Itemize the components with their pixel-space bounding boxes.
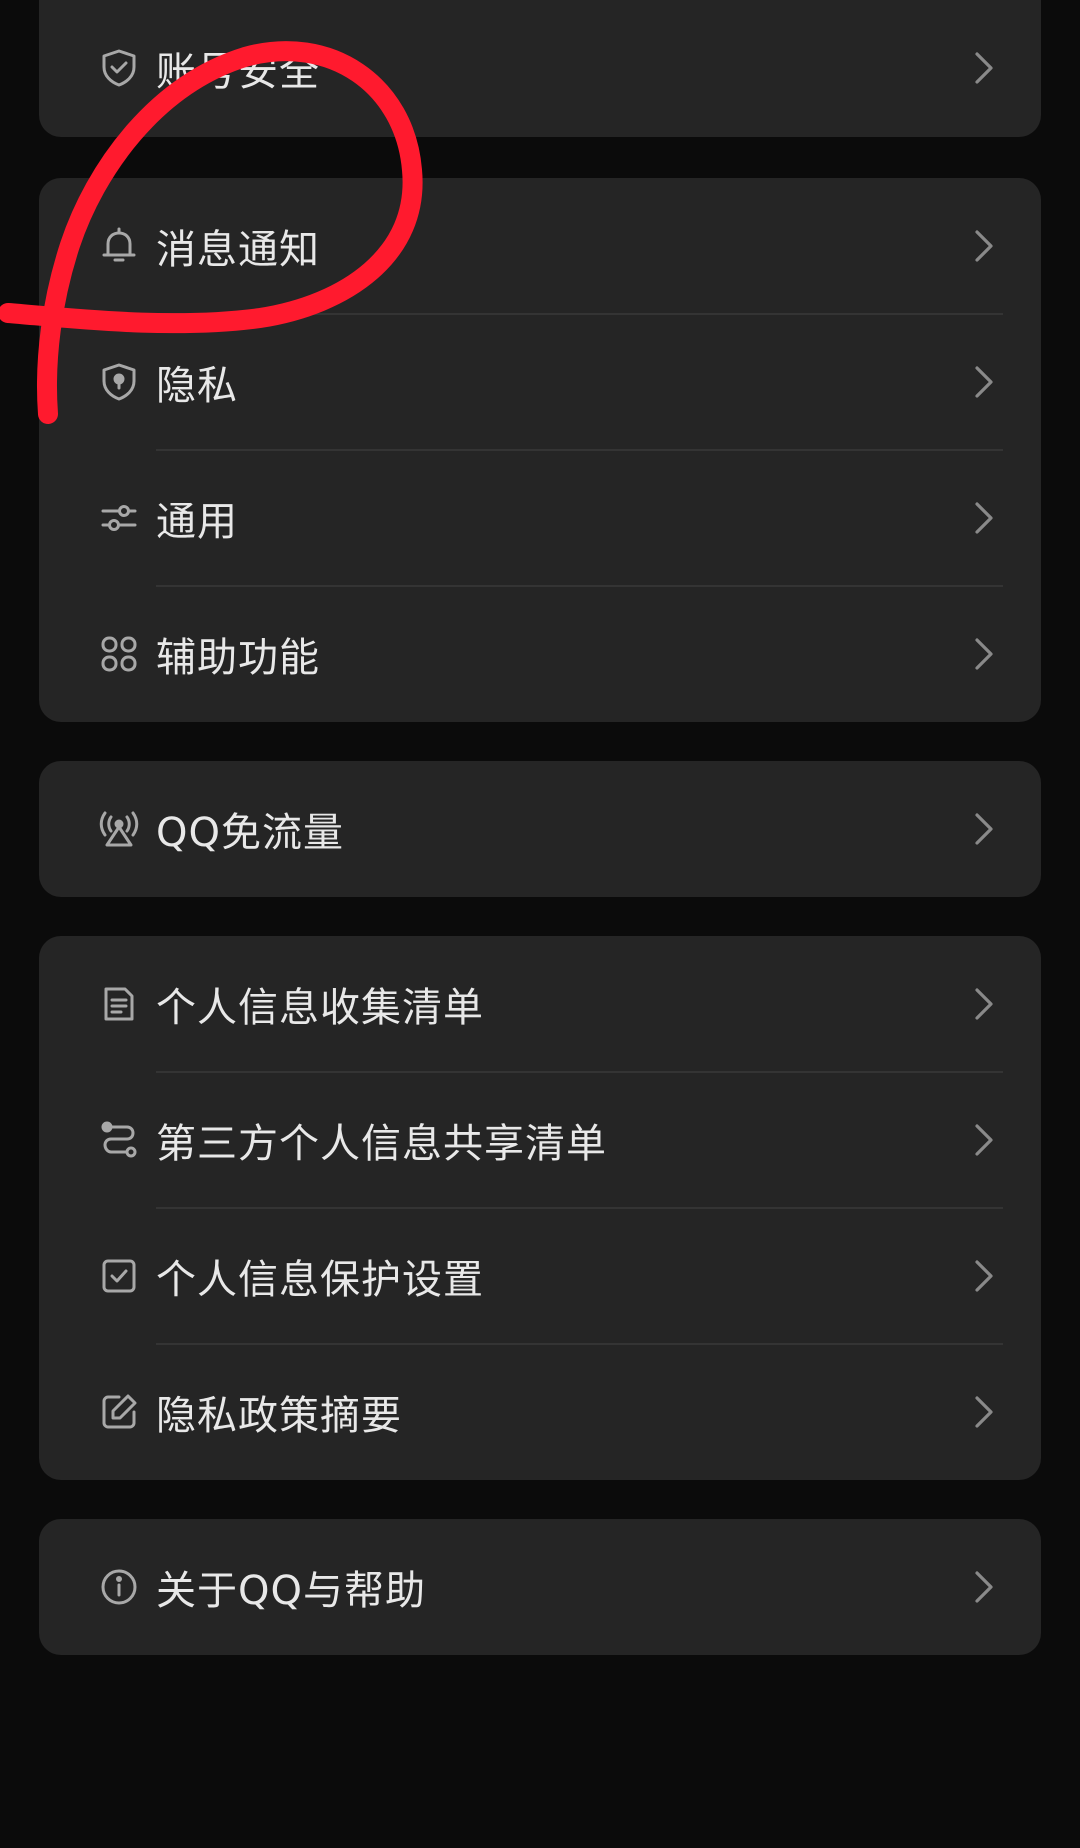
row-about-help[interactable]: 关于QQ与帮助 [39,1519,1041,1655]
chevron-right-icon [971,1120,997,1160]
row-third-party-sharing-list[interactable]: 第三方个人信息共享清单 [39,1072,1041,1208]
signal-tower-icon [97,807,141,851]
sliders-icon [97,496,141,540]
row-account-security-label: 账号安全 [156,49,320,95]
settings-card-general: 消息通知 隐私 通用 辅助功能 [39,178,1041,722]
document-icon [97,982,141,1026]
row-account-security[interactable]: 账号安全 [39,0,1041,136]
settings-card-personal-info: 个人信息收集清单 第三方个人信息共享清单 个人信息保护设置 隐私政策摘要 [39,936,1041,1480]
row-info-collection-list[interactable]: 个人信息收集清单 [39,936,1041,1072]
share-flow-icon [97,1118,141,1162]
row-privacy-policy-summary[interactable]: 隐私政策摘要 [39,1344,1041,1480]
checkbox-icon [97,1254,141,1298]
row-notifications-label: 消息通知 [156,227,320,273]
row-accessibility[interactable]: 辅助功能 [39,586,1041,722]
chevron-right-icon [971,498,997,538]
row-privacy[interactable]: 隐私 [39,314,1041,450]
info-icon [97,1565,141,1609]
chevron-right-icon [971,1256,997,1296]
chevron-right-icon [971,984,997,1024]
row-about-help-label: 关于QQ与帮助 [156,1568,426,1614]
chevron-right-icon [971,809,997,849]
settings-card-data: QQ免流量 [39,761,1041,897]
row-privacy-label: 隐私 [156,363,238,409]
row-accessibility-label: 辅助功能 [156,635,320,681]
chevron-right-icon [971,48,997,88]
settings-card-about: 关于QQ与帮助 [39,1519,1041,1655]
chevron-right-icon [971,226,997,266]
bell-icon [97,224,141,268]
row-info-protection-settings-label: 个人信息保护设置 [156,1257,484,1303]
row-qq-free-data-label: QQ免流量 [156,810,344,856]
row-general-label: 通用 [156,499,238,545]
row-notifications[interactable]: 消息通知 [39,178,1041,314]
shield-check-icon [97,46,141,90]
row-qq-free-data[interactable]: QQ免流量 [39,761,1041,897]
row-third-party-sharing-list-label: 第三方个人信息共享清单 [156,1121,607,1167]
edit-icon [97,1390,141,1434]
row-info-protection-settings[interactable]: 个人信息保护设置 [39,1208,1041,1344]
settings-card-account: 账号安全 [39,0,1041,137]
row-info-collection-list-label: 个人信息收集清单 [156,985,484,1031]
row-general[interactable]: 通用 [39,450,1041,586]
chevron-right-icon [971,362,997,402]
chevron-right-icon [971,1392,997,1432]
chevron-right-icon [971,1567,997,1607]
chevron-right-icon [971,634,997,674]
row-privacy-policy-summary-label: 隐私政策摘要 [156,1393,402,1439]
grid-icon [97,632,141,676]
shield-lock-icon [97,360,141,404]
